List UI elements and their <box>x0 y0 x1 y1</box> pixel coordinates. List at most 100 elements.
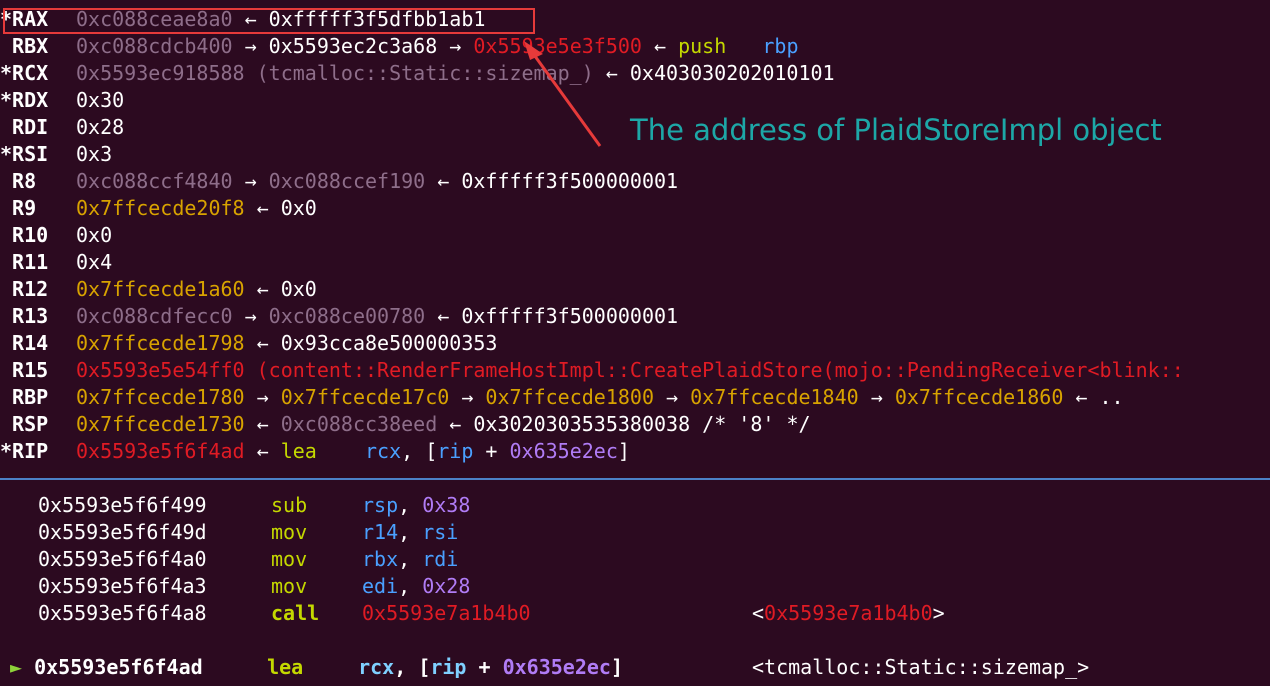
instruction-row: 0x5593e5f6f499 sub rsp, 0x38 <box>38 492 470 519</box>
register-value: 0x28 <box>76 115 125 139</box>
register-row-r14: R14 0x7ffcecde1798 ← 0x93cca8e500000353 <box>0 330 497 357</box>
operand: rsi <box>422 520 459 544</box>
current-instruction-row: ► 0x5593e5f6f4ad lea rcx, [rip + 0x635e2ec… <box>10 654 1089 681</box>
register-value: → <box>449 385 486 409</box>
register-value: 0x7ffcecde1860 <box>894 385 1064 409</box>
operand: rdi <box>422 547 459 571</box>
register-value: rcx <box>365 439 402 463</box>
pane-separator <box>0 478 1270 480</box>
operand: 0x635e2ec <box>502 655 611 679</box>
instruction-mnemonic: call <box>271 601 320 625</box>
register-value: lea <box>280 439 317 463</box>
register-value: ← <box>437 412 474 436</box>
instruction-address: 0x5593e5f6f49d <box>38 520 207 544</box>
instruction-comment: <0x5593e7a1b4b0> <box>752 600 945 627</box>
instruction-operands: 0x5593e7a1b4b0 <box>362 600 531 627</box>
register-value: → <box>858 385 895 409</box>
register-value: 0x7ffcecde1800 <box>485 385 654 409</box>
instruction-row: 0x5593e5f6f49d mov r14, rsi <box>38 519 458 546</box>
register-value: 0x5593ec918588 (tcmalloc::Static::sizema… <box>76 61 594 85</box>
instruction-operands: rsp, 0x38 <box>362 492 470 519</box>
register-value: 0x93cca8e500000353 <box>280 331 498 355</box>
register-value: → <box>437 34 474 58</box>
instruction-mnemonic: lea <box>267 655 304 679</box>
operand: edi <box>362 574 399 598</box>
instruction-operands: rbx, rdi <box>362 546 458 573</box>
register-row-rdx: *RDX 0x30 <box>0 87 124 114</box>
operand: rip <box>430 655 467 679</box>
register-name: R9 <box>0 196 37 220</box>
register-row-rbx: RBX 0xc088cdcb400 → 0x5593ec2c3a68 → 0x55… <box>0 33 798 60</box>
register-value: 0x30 <box>76 88 125 112</box>
register-value: + <box>473 439 510 463</box>
comment-part: < <box>752 601 765 625</box>
instruction-operands: edi, 0x28 <box>362 573 470 600</box>
register-name: RBX <box>0 34 49 58</box>
instruction-operands: r14, rsi <box>362 519 458 546</box>
instruction-row: 0x5593e5f6f4a0 mov rbx, rdi <box>38 546 458 573</box>
instruction-row: 0x5593e5f6f4a8 call 0x5593e7a1b4b0 <0x5593e… <box>38 600 945 627</box>
register-value: 0x7ffcecde1840 <box>690 385 859 409</box>
register-row-r11: R11 0x4 <box>0 249 112 276</box>
register-value: 0x4 <box>76 250 113 274</box>
register-value: 0x5593e5e54ff0 (content::RenderFrameHost… <box>76 358 1184 382</box>
register-value: 0x3 <box>76 142 113 166</box>
register-name: R8 <box>0 169 37 193</box>
register-value <box>317 439 365 463</box>
operand: rbx <box>362 547 399 571</box>
register-name: R11 <box>0 250 49 274</box>
register-value: 0x5593ec2c3a68 <box>268 34 438 58</box>
register-value: 0x0 <box>76 223 113 247</box>
register-row-r12: R12 0x7ffcecde1a60 ← 0x0 <box>0 276 317 303</box>
register-value: 0xc088cdfecc0 <box>76 304 233 328</box>
register-value: ← <box>244 277 281 301</box>
register-value: ← <box>425 304 462 328</box>
register-value: 0x3020303535380038 /* '8' */ <box>473 412 811 436</box>
register-row-rdi: RDI 0x28 <box>0 114 124 141</box>
instruction-row: 0x5593e5f6f4a3 mov edi, 0x28 <box>38 573 470 600</box>
register-name: R10 <box>0 223 49 247</box>
operand: 0x38 <box>422 493 471 517</box>
register-value: 0x7ffcecde1a60 <box>76 277 245 301</box>
operand: , <box>398 574 423 598</box>
annotation-label: The address of PlaidStoreImpl object <box>630 113 1162 147</box>
operand: + <box>466 655 503 679</box>
instruction-address: 0x5593e5f6f4ad <box>34 655 203 679</box>
comment-part: 0x5593e7a1b4b0 <box>764 601 933 625</box>
instruction-mnemonic: mov <box>271 547 308 571</box>
register-value: → <box>232 169 269 193</box>
register-value: 0xfffff3f500000001 <box>461 169 679 193</box>
register-value: 0x7ffcecde17c0 <box>280 385 450 409</box>
register-value: ← .. <box>1063 385 1124 409</box>
register-value: ← <box>244 331 281 355</box>
register-value: ← <box>593 61 630 85</box>
register-name: R12 <box>0 277 49 301</box>
register-name: R14 <box>0 331 49 355</box>
register-name: R15 <box>0 358 49 382</box>
comment-part: <tcmalloc::Static::sizemap_> <box>752 655 1090 679</box>
register-value: ← <box>244 196 281 220</box>
register-row-rsi: *RSI 0x3 <box>0 141 112 168</box>
register-row-r13: R13 0xc088cdfecc0 → 0xc088ce00780 ← 0xfff… <box>0 303 678 330</box>
register-row-r9: R9 0x7ffcecde20f8 ← 0x0 <box>0 195 317 222</box>
register-value: 0x635e2ec <box>509 439 618 463</box>
register-value: → <box>653 385 691 409</box>
register-value: → <box>244 385 281 409</box>
register-name: RSP <box>0 412 49 436</box>
operand: rsp <box>362 493 399 517</box>
current-pointer-icon: ► <box>10 655 35 679</box>
operand: 0x5593e7a1b4b0 <box>362 601 531 625</box>
instruction-address: 0x5593e5f6f4a0 <box>38 547 207 571</box>
register-value: 0x7ffcecde1780 <box>76 385 245 409</box>
register-name: *RIP <box>0 439 49 463</box>
register-value: 0x5593e5f6f4ad <box>76 439 245 463</box>
instruction-address: 0x5593e5f6f499 <box>38 493 207 517</box>
operand: , [ <box>394 655 431 679</box>
register-value: ← <box>244 412 281 436</box>
instruction-mnemonic: mov <box>271 574 308 598</box>
operand: , <box>398 520 423 544</box>
operand: rcx <box>358 655 395 679</box>
comment-part: > <box>932 601 945 625</box>
operand: 0x28 <box>422 574 471 598</box>
operand: , <box>398 547 423 571</box>
